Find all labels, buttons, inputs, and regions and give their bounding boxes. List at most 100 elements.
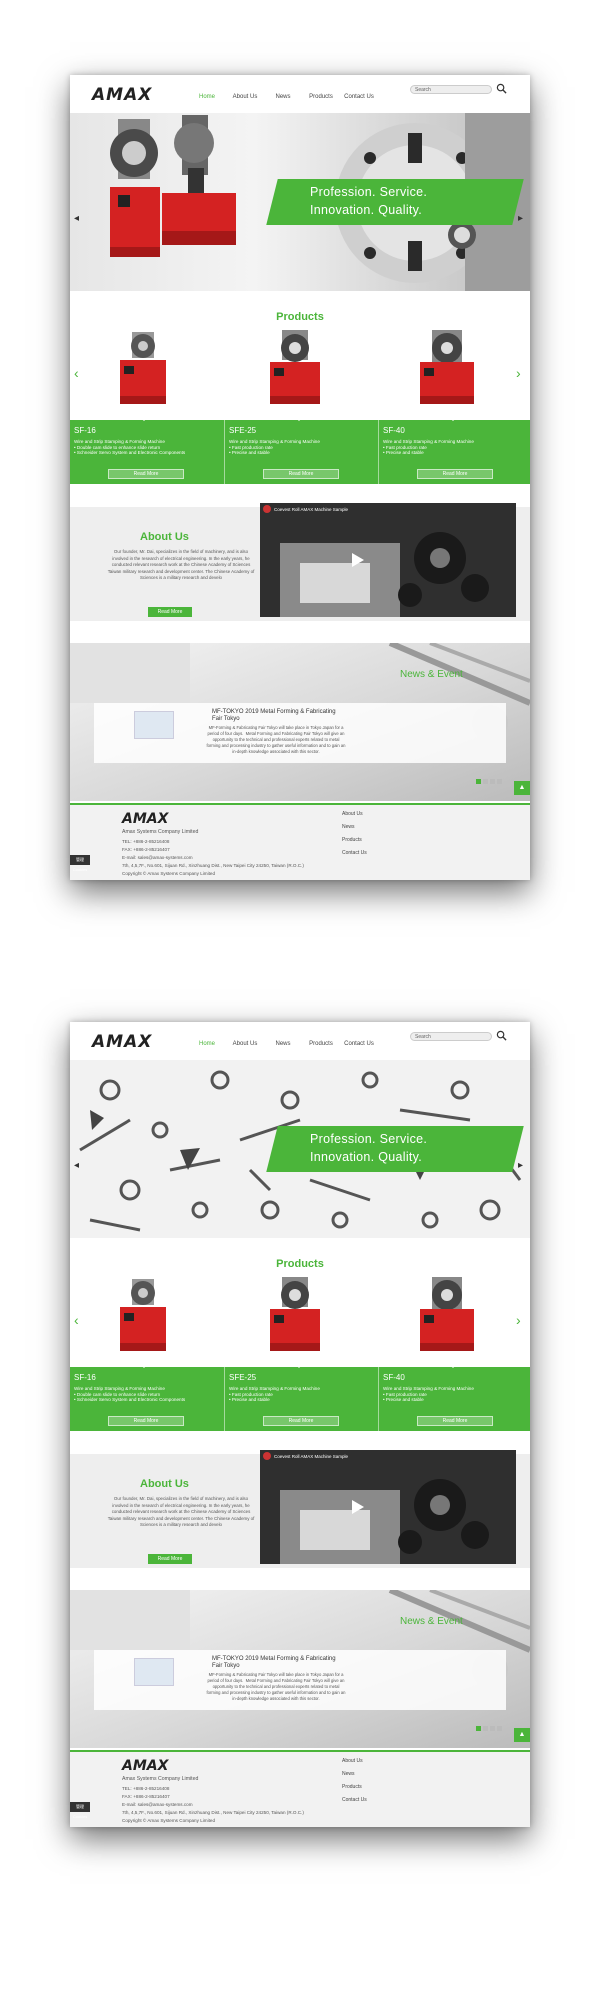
desc-line: Schneider Servo System and Electronic Co… <box>76 450 186 456</box>
search-input[interactable]: Search <box>410 1032 492 1041</box>
nav-news[interactable]: News <box>264 1041 302 1047</box>
news-title: News & Event <box>400 669 463 680</box>
product-name[interactable]: SF-16 <box>74 1373 96 1382</box>
header: AMAX Home About Us News Products Contact… <box>70 1022 530 1060</box>
search-input[interactable]: Search <box>410 85 492 94</box>
news-item-title[interactable]: MF-TOKYO 2019 Metal Forming & Fabricatin… <box>212 709 342 723</box>
search-icon[interactable] <box>496 83 507 94</box>
news-thumbnail[interactable] <box>134 711 174 739</box>
product-image-sf40[interactable] <box>412 330 482 406</box>
products-prev-arrow[interactable]: ‹ <box>74 1312 79 1328</box>
nav-contact[interactable]: Contact Us <box>340 1041 378 1047</box>
footer-link-products[interactable]: Products <box>342 1784 362 1790</box>
product-image-sf40[interactable] <box>412 1277 482 1353</box>
read-more-button[interactable]: Read More <box>108 1416 184 1426</box>
hero-next-arrow[interactable]: ▸ <box>518 213 523 224</box>
read-more-button[interactable]: Read More <box>263 469 339 479</box>
footer-link-products[interactable]: Products <box>342 837 362 843</box>
cookie-manage-button[interactable]: 管理 Cookies <box>70 855 90 872</box>
footer-link-news[interactable]: News <box>342 824 355 830</box>
footer-logo[interactable]: AMAX <box>122 811 168 827</box>
pagination-dot[interactable] <box>490 779 495 784</box>
card-notch <box>293 1362 305 1368</box>
product-image-sfe25[interactable] <box>260 330 330 406</box>
product-image-sfe25[interactable] <box>260 1277 330 1353</box>
product-image-sf16[interactable] <box>108 1277 178 1353</box>
pagination-dot[interactable] <box>497 1726 502 1731</box>
back-to-top-button[interactable]: ▲ <box>514 781 530 795</box>
read-more-button[interactable]: Read More <box>263 1416 339 1426</box>
pagination-dot[interactable] <box>483 1726 488 1731</box>
search-icon[interactable] <box>496 1030 507 1041</box>
nav-products[interactable]: Products <box>302 94 340 100</box>
about-read-more-button[interactable]: Read More <box>148 607 192 617</box>
footer-copyright: Copyright © Amax Systems Company Limited <box>122 1818 215 1823</box>
site-logo[interactable]: AMAX <box>92 1032 152 1052</box>
footer-link-contact[interactable]: Contact Us <box>342 850 367 856</box>
desc-line: Double cam slide to enhance slide return <box>76 1391 161 1397</box>
slogan-line-2: Innovation. Quality. <box>310 203 423 217</box>
desc-line: Fast production rate <box>231 1391 273 1397</box>
card-notch <box>138 1362 150 1368</box>
footer-tel: TEL: +886-2-85216408 <box>122 839 170 844</box>
main-nav: Home About Us News Products Contact Us <box>188 94 378 100</box>
news-thumbnail[interactable] <box>134 1658 174 1686</box>
pagination-dot[interactable] <box>476 1726 481 1731</box>
desc-line: Precise and stable <box>231 450 270 456</box>
footer: AMAX Amax Systems Company Limited TEL: +… <box>70 1750 530 1827</box>
products-prev-arrow[interactable]: ‹ <box>74 365 79 381</box>
read-more-button[interactable]: Read More <box>417 1416 493 1426</box>
news-item-text: MF-Forming & Fabricating Fair Tokyo will… <box>206 725 346 754</box>
news-card[interactable]: MF-TOKYO 2019 Metal Forming & Fabricatin… <box>94 1650 506 1710</box>
nav-news[interactable]: News <box>264 94 302 100</box>
hero-prev-arrow[interactable]: ◂ <box>74 1160 79 1171</box>
footer-email[interactable]: E-mail: sales@amax-systems.com <box>122 1802 193 1807</box>
about-title: About Us <box>140 531 189 543</box>
product-name[interactable]: SFE-25 <box>229 1373 256 1382</box>
footer-link-news[interactable]: News <box>342 1771 355 1777</box>
pagination-dot[interactable] <box>497 779 502 784</box>
footer-email[interactable]: E-mail: sales@amax-systems.com <box>122 855 193 860</box>
product-desc: Wire and Strip Stamping & Forming Machin… <box>383 1386 474 1403</box>
products-next-arrow[interactable]: › <box>516 1312 521 1328</box>
product-name[interactable]: SF-16 <box>74 426 96 435</box>
products-next-arrow[interactable]: › <box>516 365 521 381</box>
news-card[interactable]: MF-TOKYO 2019 Metal Forming & Fabricatin… <box>94 703 506 763</box>
cookie-manage-button[interactable]: 管理 Cookies <box>70 1802 90 1819</box>
product-desc: Wire and Strip Stamping & Forming Machin… <box>74 439 186 456</box>
nav-home[interactable]: Home <box>188 1041 226 1047</box>
about-video[interactable]: Coevest Roll AMAX Machine Sample <box>260 503 516 617</box>
read-more-button[interactable]: Read More <box>108 469 184 479</box>
product-name[interactable]: SF-40 <box>383 426 405 435</box>
news-item-title[interactable]: MF-TOKYO 2019 Metal Forming & Fabricatin… <box>212 1656 342 1670</box>
site-logo[interactable]: AMAX <box>92 85 152 105</box>
footer-link-contact[interactable]: Contact Us <box>342 1797 367 1803</box>
nav-contact[interactable]: Contact Us <box>340 94 378 100</box>
nav-about[interactable]: About Us <box>226 94 264 100</box>
about-read-more-button[interactable]: Read More <box>148 1554 192 1564</box>
product-image-sf16[interactable] <box>108 330 178 406</box>
footer-link-about[interactable]: About Us <box>342 811 363 817</box>
video-thumbnail <box>260 503 516 617</box>
product-name[interactable]: SFE-25 <box>229 426 256 435</box>
nav-home[interactable]: Home <box>188 94 226 100</box>
desc-line: Fast production rate <box>385 444 427 450</box>
product-card-sf40: SF-40 Wire and Strip Stamping & Forming … <box>378 1362 530 1431</box>
video-title[interactable]: Coevest Roll AMAX Machine Sample <box>274 1454 348 1459</box>
video-title[interactable]: Coevest Roll AMAX Machine Sample <box>274 507 348 512</box>
about-video[interactable]: Coevest Roll AMAX Machine Sample <box>260 1450 516 1564</box>
read-more-button[interactable]: Read More <box>417 469 493 479</box>
footer-logo[interactable]: AMAX <box>122 1758 168 1774</box>
pagination-dot[interactable] <box>476 779 481 784</box>
product-name[interactable]: SF-40 <box>383 1373 405 1382</box>
pagination-dot[interactable] <box>490 1726 495 1731</box>
footer-link-about[interactable]: About Us <box>342 1758 363 1764</box>
footer-company: Amax Systems Company Limited <box>122 1776 199 1782</box>
pagination-dot[interactable] <box>483 779 488 784</box>
nav-about[interactable]: About Us <box>226 1041 264 1047</box>
hero-prev-arrow[interactable]: ◂ <box>74 213 79 224</box>
hero-next-arrow[interactable]: ▸ <box>518 1160 523 1171</box>
product-desc: Wire and Strip Stamping & Forming Machin… <box>383 439 474 456</box>
back-to-top-button[interactable]: ▲ <box>514 1728 530 1742</box>
nav-products[interactable]: Products <box>302 1041 340 1047</box>
